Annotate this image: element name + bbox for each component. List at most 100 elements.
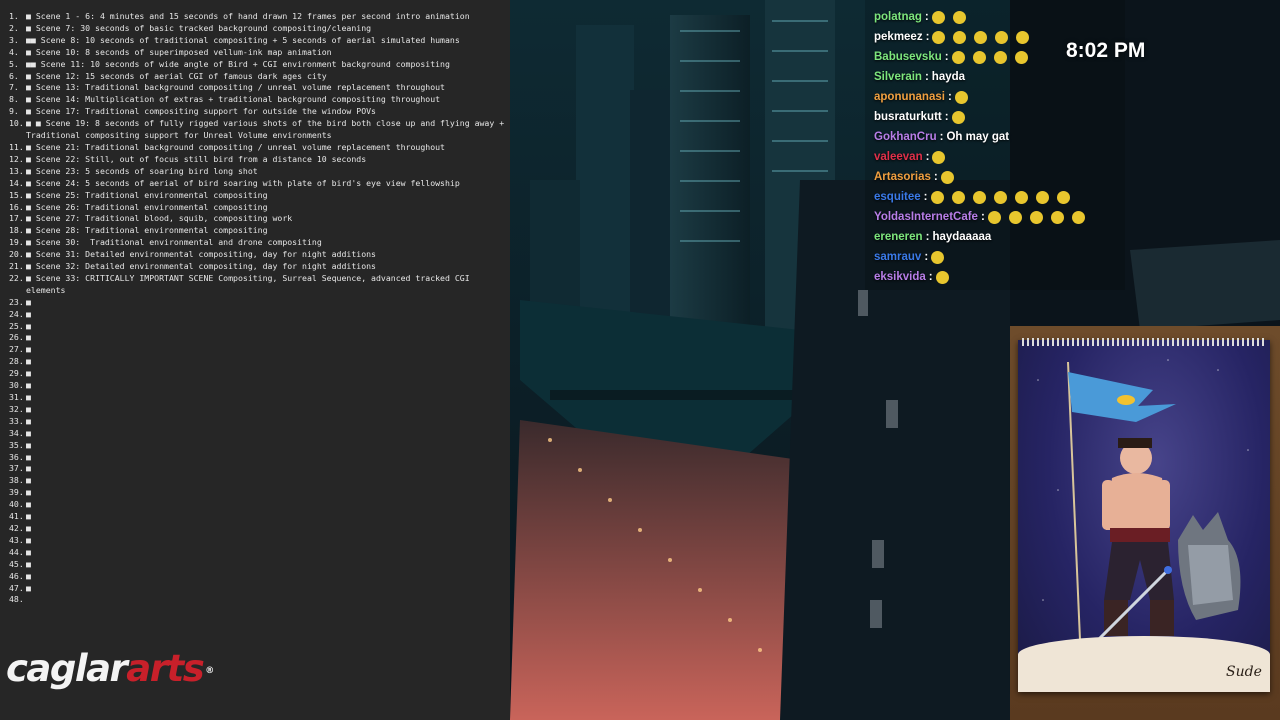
chat-emote-icon xyxy=(931,250,945,264)
note-text: ■ xyxy=(26,451,31,462)
note-text: ■ ■ Scene 19: 8 seconds of fully rigged … xyxy=(26,118,510,141)
chat-emote-icon xyxy=(993,50,1007,64)
note-text: ■ xyxy=(26,463,31,474)
chat-username[interactable]: valeevan xyxy=(874,151,923,163)
note-item: 3. ■■ Scene 8: 10 seconds of traditional … xyxy=(9,35,507,47)
chat-text: Oh may gat xyxy=(946,131,1010,143)
note-number: 25. xyxy=(9,320,24,331)
note-text: ■ Scene 12: 15 seconds of aerial CGI of … xyxy=(26,70,327,81)
note-number: 38. xyxy=(9,475,24,486)
note-item: 36. ■ xyxy=(9,452,507,464)
note-number: 45. xyxy=(9,558,24,569)
note-item: 11. ■ Scene 21: Traditional background co… xyxy=(9,142,507,154)
chat-username[interactable]: aponunanasi xyxy=(874,91,945,103)
note-text: ■ Scene 7: 30 seconds of basic tracked b… xyxy=(26,22,372,33)
chat-emote-icon xyxy=(951,110,965,124)
note-text: ■■ Scene 8: 10 seconds of traditional co… xyxy=(26,34,460,45)
note-number: 5. xyxy=(9,58,19,69)
chat-username[interactable]: busraturkutt xyxy=(874,111,942,123)
note-text: ■ Scene 10: 8 seconds of superimposed ve… xyxy=(26,46,332,57)
note-text: ■ xyxy=(26,487,31,498)
note-number: 22. xyxy=(9,272,24,283)
note-number: 34. xyxy=(9,427,24,438)
note-item: 13. ■ Scene 23: 5 seconds of soaring bird… xyxy=(9,166,507,178)
note-text: ■ xyxy=(26,558,31,569)
note-number: 12. xyxy=(9,153,24,164)
chat-emote-icon xyxy=(932,30,946,44)
note-number: 48. xyxy=(9,594,24,605)
chat-username[interactable]: GokhanCru xyxy=(874,131,937,143)
note-number: 3. xyxy=(9,34,19,45)
note-number: 26. xyxy=(9,332,24,343)
chat-username[interactable]: YoldasInternetCafe xyxy=(874,211,978,223)
note-number: 37. xyxy=(9,463,24,474)
chat-emote-icon xyxy=(995,30,1009,44)
note-number: 20. xyxy=(9,249,24,260)
chat-separator: : xyxy=(944,111,949,123)
chat-emote-icon xyxy=(935,270,949,284)
chat-message: ereneren: haydaaaaa xyxy=(874,227,1114,247)
note-item: 22. ■ Scene 33: CRITICALLY IMPORTANT SCEN… xyxy=(9,273,507,297)
note-item: 38. ■ xyxy=(9,475,507,487)
note-item: 20. ■ Scene 31: Detailed environmental co… xyxy=(9,249,507,261)
note-number: 13. xyxy=(9,165,24,176)
chat-username[interactable]: eksikvida xyxy=(874,271,926,283)
note-item: 28. ■ xyxy=(9,356,507,368)
chat-username[interactable]: Silverain xyxy=(874,71,922,83)
note-item: 23. ■ xyxy=(9,297,507,309)
note-number: 41. xyxy=(9,511,24,522)
chat-username[interactable]: Babusevsku xyxy=(874,51,942,63)
note-number: 14. xyxy=(9,177,24,188)
note-number: 30. xyxy=(9,380,24,391)
note-number: 44. xyxy=(9,546,24,557)
note-item: 29. ■ xyxy=(9,368,507,380)
chat-username[interactable]: Artasorias xyxy=(874,171,931,183)
note-text: ■ Scene 32: Detailed environmental compo… xyxy=(26,261,376,272)
note-item: 40. ■ xyxy=(9,499,507,511)
note-item: 33. ■ xyxy=(9,416,507,428)
note-item: 43. ■ xyxy=(9,535,507,547)
note-item: 30. ■ xyxy=(9,380,507,392)
note-number: 10. xyxy=(9,118,24,129)
note-item: 19. ■ Scene 30: Traditional environmental… xyxy=(9,237,507,249)
note-number: 43. xyxy=(9,534,24,545)
chat-emote-icon xyxy=(932,150,946,164)
chat-separator: : xyxy=(923,191,928,203)
chat-emote-icon xyxy=(1029,210,1043,224)
chat-emote-icon xyxy=(1014,190,1028,204)
note-text: ■ Scene 31: Detailed environmental compo… xyxy=(26,249,376,260)
note-number: 27. xyxy=(9,344,24,355)
chat-emote-icon xyxy=(953,30,967,44)
chat-emote-icon xyxy=(987,210,1001,224)
chat-message: Silverain: hayda xyxy=(874,67,1114,87)
logo-part-1: caglar xyxy=(6,647,128,690)
chat-message: Babusevsku: xyxy=(874,47,1114,67)
notes-panel: 1. ■ Scene 1 - 6: 4 minutes and 15 second… xyxy=(0,0,510,720)
chat-separator: : xyxy=(939,131,944,143)
chat-username[interactable]: polatnag xyxy=(874,11,922,23)
note-item: 16. ■ Scene 26: Traditional environmental… xyxy=(9,202,507,214)
note-item: 34. ■ xyxy=(9,428,507,440)
note-text: ■ xyxy=(26,582,31,593)
note-number: 36. xyxy=(9,451,24,462)
note-text: ■ xyxy=(26,356,31,367)
chat-username[interactable]: ereneren xyxy=(874,231,923,243)
chat-username[interactable]: esquitee xyxy=(874,191,921,203)
chat-separator: : xyxy=(924,251,929,263)
note-text: ■ xyxy=(26,475,31,486)
note-item: 9. ■ Scene 17: Traditional compositing su… xyxy=(9,106,507,118)
note-text: ■ xyxy=(26,534,31,545)
chat-message: eksikvida: xyxy=(874,267,1114,287)
chat-separator: : xyxy=(924,71,929,83)
note-number: 24. xyxy=(9,308,24,319)
note-text: ■ xyxy=(26,403,31,414)
note-item: 15. ■ Scene 25: Traditional environmental… xyxy=(9,190,507,202)
chat-emote-icon xyxy=(1056,190,1070,204)
note-item: 12. ■ Scene 22: Still, out of focus still… xyxy=(9,154,507,166)
chat-username[interactable]: pekmeez xyxy=(874,31,923,43)
chat-text: haydaaaaa xyxy=(932,231,992,243)
note-item: 32. ■ xyxy=(9,404,507,416)
chat-username[interactable]: samrauv xyxy=(874,251,921,263)
note-number: 47. xyxy=(9,582,24,593)
note-item: 5. ■■ Scene 11: 10 seconds of wide angle … xyxy=(9,59,507,71)
